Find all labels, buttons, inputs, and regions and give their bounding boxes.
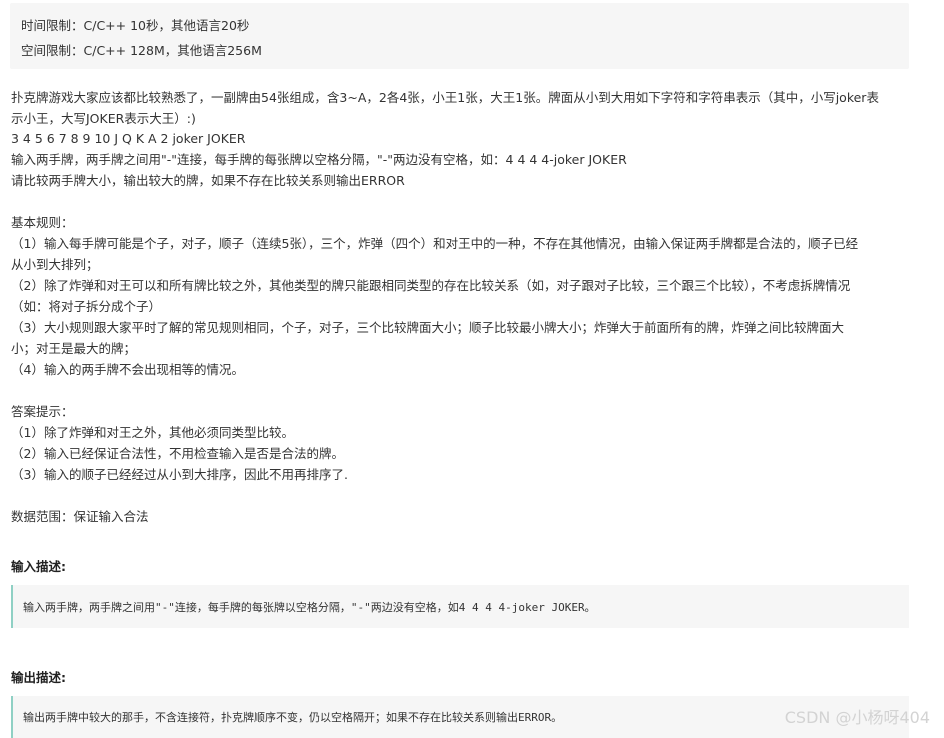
description-line-1: 扑克牌游戏大家应该都比较熟悉了，一副牌由54张组成，含3~A，2各4张，小王1张… <box>11 90 879 105</box>
rule-4: （4）输入的两手牌不会出现相等的情况。 <box>11 362 244 377</box>
output-description-box: 输出两手牌中较大的那手，不含连接符，扑克牌顺序不变，仍以空格隔开；如果不存在比较… <box>11 696 909 738</box>
rule-1-line-2: 从小到大排列； <box>11 257 99 272</box>
rule-3-line-1: （3）大小规则跟大家平时了解的常见规则相同，个子，对子，三个比较牌面大小；顺子比… <box>11 320 844 335</box>
hint-2: （2）输入已经保证合法性，不用检查输入是否是合法的牌。 <box>11 446 344 461</box>
rule-1-line-1: （1）输入每手牌可能是个子，对子，顺子（连续5张），三个，炸弹（四个）和对王中的… <box>11 236 859 251</box>
hints-title: 答案提示： <box>11 404 74 419</box>
csdn-watermark: CSDN @小杨呀404 <box>784 708 930 727</box>
hint-3: （3）输入的顺子已经经过从小到大排序，因此不用再排序了. <box>11 467 348 482</box>
output-description-text: 输出两手牌中较大的那手，不含连接符，扑克牌顺序不变，仍以空格隔开；如果不存在比较… <box>23 711 563 724</box>
rule-3-line-2: 小；对王是最大的牌； <box>11 341 137 356</box>
hint-1: （1）除了炸弹和对王之外，其他必须同类型比较。 <box>11 425 294 440</box>
data-range: 数据范围：保证输入合法 <box>11 509 149 524</box>
rule-2-line-2: （如：将对子拆分成个子） <box>11 299 162 314</box>
rule-2-line-1: （2）除了炸弹和对王可以和所有牌比较之外，其他类型的牌只能跟相同类型的存在比较关… <box>11 278 851 293</box>
limits-box: 时间限制：C/C++ 10秒，其他语言20秒 空间限制：C/C++ 128M，其… <box>10 3 909 69</box>
input-description-heading: 输入描述: <box>11 559 66 574</box>
output-description-heading: 输出描述: <box>11 670 66 685</box>
compare-rule: 请比较两手牌大小，输出较大的牌，如果不存在比较关系则输出ERROR <box>11 173 405 188</box>
input-rule: 输入两手牌，两手牌之间用"-"连接，每手牌的每张牌以空格分隔，"-"两边没有空格… <box>11 152 627 167</box>
basic-rules-title: 基本规则： <box>11 215 74 230</box>
time-limit: 时间限制：C/C++ 10秒，其他语言20秒 <box>21 18 250 33</box>
description-line-2: 示小王，大写JOKER表示大王）:) <box>11 111 196 126</box>
space-limit: 空间限制：C/C++ 128M，其他语言256M <box>21 43 262 58</box>
card-order: 3 4 5 6 7 8 9 10 J Q K A 2 joker JOKER <box>11 131 246 146</box>
input-description-box: 输入两手牌，两手牌之间用"-"连接，每手牌的每张牌以空格分隔，"-"两边没有空格… <box>11 585 909 628</box>
input-description-text: 输入两手牌，两手牌之间用"-"连接，每手牌的每张牌以空格分隔，"-"两边没有空格… <box>23 601 596 614</box>
